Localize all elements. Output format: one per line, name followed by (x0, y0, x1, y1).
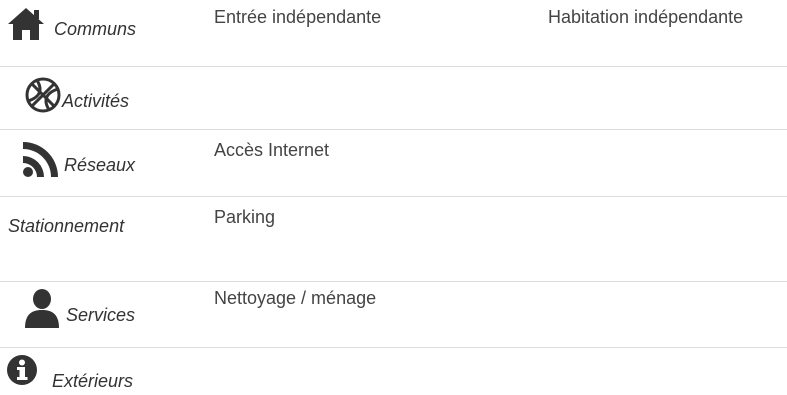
category-cell: Extérieurs (0, 348, 170, 395)
user-icon (22, 288, 62, 328)
category-cell: Activités (0, 67, 170, 129)
amenity-item: Accès Internet (214, 140, 330, 160)
category-label: Extérieurs (52, 371, 134, 391)
category-label: Réseaux (64, 155, 136, 175)
amenity-row-stationnement: Stationnement Parking (0, 197, 787, 282)
category-cell: Communs (0, 0, 170, 66)
amenity-row-exterieurs: Extérieurs (0, 348, 787, 395)
amenity-row-services: Services Nettoyage / ménage (0, 282, 787, 348)
home-icon (6, 6, 46, 42)
amenity-row-activites: Activités (0, 67, 787, 130)
category-cell: Services (0, 282, 170, 347)
category-label: Services (66, 305, 136, 325)
category-label: Activités (62, 91, 130, 111)
amenity-item: Habitation indépendante (548, 7, 744, 27)
amenity-item: Entrée indépendante (214, 7, 382, 27)
info-circle-icon (6, 354, 38, 386)
amenity-item: Parking (214, 207, 276, 227)
amenity-row-reseaux: Réseaux Accès Internet (0, 130, 787, 197)
category-cell: Stationnement (0, 197, 170, 281)
basketball-icon (24, 76, 62, 114)
amenity-item: Nettoyage / ménage (214, 288, 377, 308)
category-label: Communs (54, 19, 137, 39)
category-label: Stationnement (8, 216, 125, 236)
rss-icon (22, 140, 60, 178)
amenities-list: Communs Entrée indépendante Habitation i… (0, 0, 787, 395)
amenity-row-communs: Communs Entrée indépendante Habitation i… (0, 0, 787, 67)
category-cell: Réseaux (0, 130, 170, 196)
